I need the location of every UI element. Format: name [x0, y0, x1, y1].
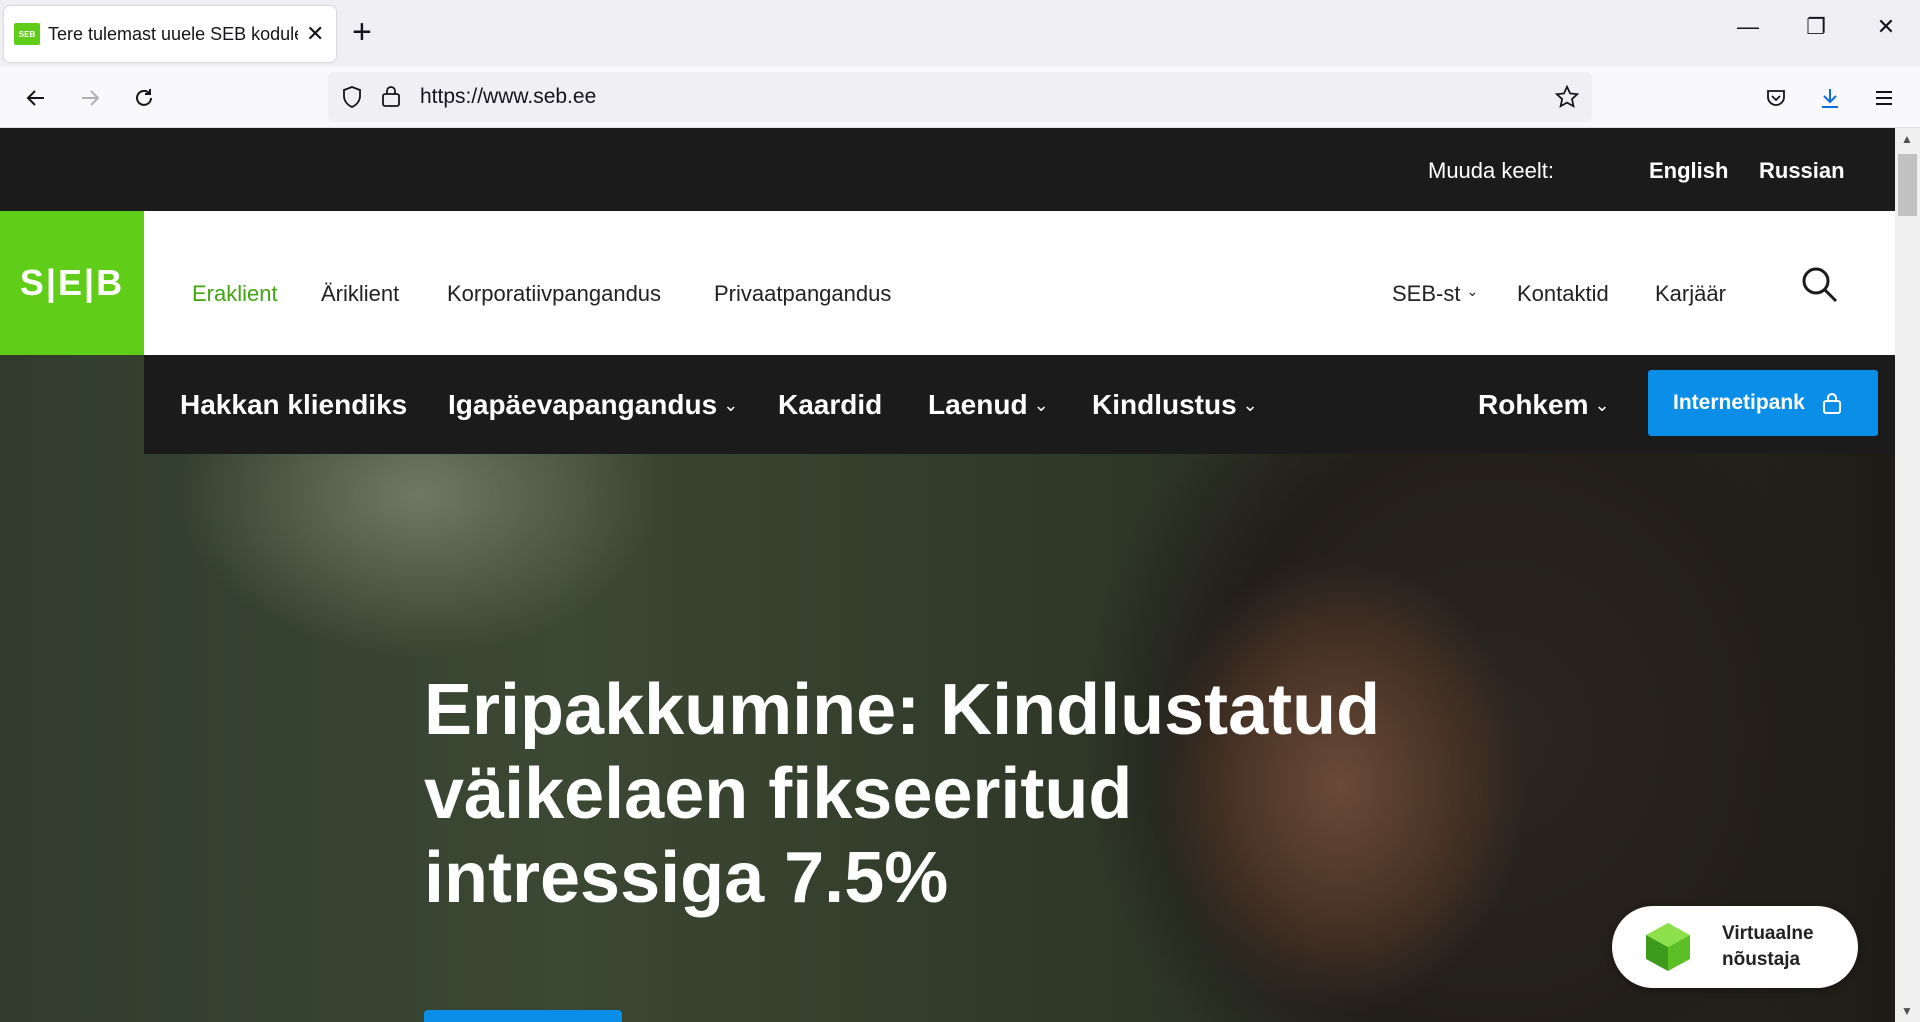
segment-eraklient[interactable]: Eraklient: [192, 281, 278, 307]
chevron-down-icon: ⌄: [1594, 395, 1610, 415]
chevron-down-icon: ⌄: [723, 395, 739, 415]
browser-nav-bar: https://www.seb.ee: [0, 66, 1920, 128]
subnav-hakkan-kliendiks[interactable]: Hakkan kliendiks: [180, 389, 407, 421]
address-bar[interactable]: https://www.seb.ee: [328, 72, 1592, 122]
language-russian-link[interactable]: Russian: [1759, 158, 1845, 184]
language-english-link[interactable]: English: [1649, 158, 1728, 184]
new-tab-icon[interactable]: +: [352, 14, 372, 50]
chevron-down-icon: ⌄: [1466, 283, 1479, 299]
nav-kontaktid[interactable]: Kontaktid: [1517, 281, 1609, 307]
subnav-laenud[interactable]: Laenud ⌄: [928, 389, 1049, 421]
product-navigation: Hakkan kliendiks Igapäevapangandus ⌄ Kaar…: [144, 355, 1895, 454]
subnav-kindlustus-label: Kindlustus: [1092, 389, 1237, 420]
chevron-down-icon: ⌄: [1033, 395, 1049, 415]
back-icon[interactable]: [18, 80, 54, 116]
segment-ariklient[interactable]: Äriklient: [321, 281, 399, 307]
virtual-advisor-button[interactable]: Virtuaalne nõustaja: [1612, 906, 1858, 988]
seb-favicon-icon: SEB: [14, 23, 40, 45]
scroll-down-icon[interactable]: ▼: [1901, 1004, 1913, 1018]
subnav-laenud-label: Laenud: [928, 389, 1028, 420]
hero-cta-button[interactable]: [424, 1010, 622, 1022]
search-icon[interactable]: [1800, 265, 1840, 305]
advisor-label-line2: nõustaja: [1722, 949, 1801, 970]
close-window-icon[interactable]: ✕: [1866, 14, 1906, 40]
page-scrollbar[interactable]: ▲ ▼: [1895, 128, 1920, 1022]
language-label: Muuda keelt:: [1428, 158, 1554, 183]
reload-icon[interactable]: [126, 80, 162, 116]
minimize-icon[interactable]: —: [1728, 14, 1768, 40]
close-tab-icon[interactable]: ✕: [306, 21, 324, 47]
advisor-cube-icon: [1646, 923, 1690, 971]
scroll-thumb[interactable]: [1898, 154, 1917, 216]
pocket-icon[interactable]: [1758, 80, 1794, 116]
tab-title: Tere tulemast uuele SEB koduleheküljele: [48, 23, 298, 44]
bookmark-star-icon[interactable]: [1554, 84, 1580, 110]
restore-icon[interactable]: ❐: [1796, 14, 1836, 40]
nav-seb-st-label: SEB-st: [1392, 281, 1461, 306]
hero-headline: Eripakkumine: Kindlustatud väikelaen fik…: [424, 670, 1381, 918]
subnav-igapaevapangandus-label: Igapäevapangandus: [448, 389, 718, 420]
nav-karjaar[interactable]: Karjäär: [1655, 281, 1726, 307]
subnav-rohkem-label: Rohkem: [1478, 389, 1589, 420]
seb-logo[interactable]: S|E|B: [0, 211, 144, 355]
nav-seb-st[interactable]: SEB-st ⌄: [1392, 281, 1478, 307]
download-icon[interactable]: [1812, 80, 1848, 116]
chevron-down-icon: ⌄: [1242, 395, 1258, 415]
internetipank-label: Internetipank: [1673, 391, 1805, 414]
browser-tab[interactable]: SEB Tere tulemast uuele SEB kodulehekülj…: [4, 6, 336, 62]
advisor-label-line1: Virtuaalne: [1722, 923, 1814, 944]
scroll-up-icon[interactable]: ▲: [1901, 132, 1913, 146]
subnav-rohkem[interactable]: Rohkem ⌄: [1478, 389, 1610, 421]
main-navigation: S|E|B Eraklient Äriklient Korporatiivpan…: [0, 211, 1895, 355]
segment-privaatpangandus[interactable]: Privaatpangandus: [714, 281, 891, 307]
lock-icon: [1822, 393, 1841, 414]
menu-icon[interactable]: [1866, 80, 1902, 116]
browser-tab-bar: SEB Tere tulemast uuele SEB kodulehekülj…: [0, 0, 1920, 66]
language-bar: Muuda keelt: English Russian: [0, 128, 1895, 211]
page-content: Muuda keelt: English Russian S|E|B Erakl…: [0, 128, 1895, 1022]
subnav-kindlustus[interactable]: Kindlustus ⌄: [1092, 389, 1258, 421]
internetipank-button[interactable]: Internetipank: [1648, 370, 1878, 436]
url-text[interactable]: https://www.seb.ee: [420, 85, 596, 109]
segment-korporatiivpangandus[interactable]: Korporatiivpangandus: [447, 281, 661, 307]
lock-icon[interactable]: [380, 84, 402, 108]
forward-icon[interactable]: [72, 80, 108, 116]
subnav-kaardid[interactable]: Kaardid: [778, 389, 882, 421]
shield-icon[interactable]: [340, 85, 364, 109]
advisor-label: Virtuaalne nõustaja: [1722, 921, 1814, 973]
subnav-igapaevapangandus[interactable]: Igapäevapangandus ⌄: [448, 389, 738, 421]
